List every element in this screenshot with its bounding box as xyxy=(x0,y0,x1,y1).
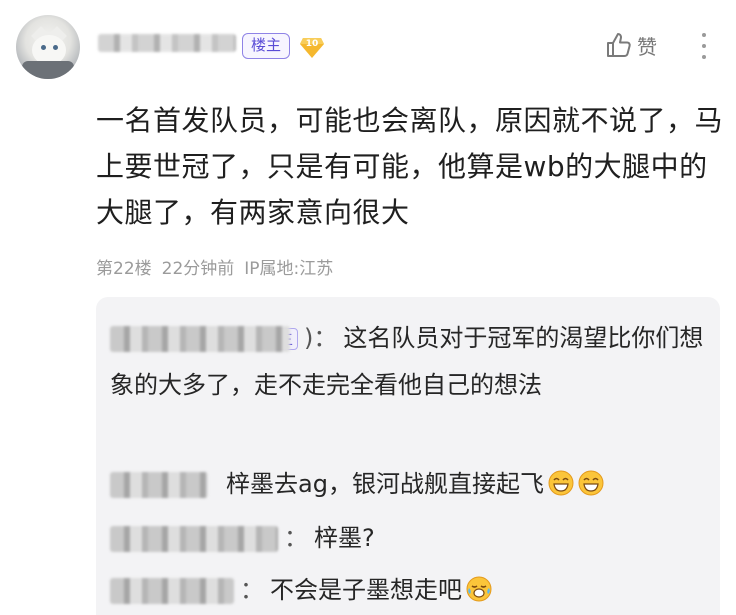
more-dot-icon xyxy=(702,44,706,48)
reply-username-blurred[interactable] xyxy=(110,326,290,352)
reply-item[interactable]: ：梓墨? xyxy=(110,515,710,562)
reply-list[interactable]: 主)：这名队员对于冠军的渴望比你们想象的大多了，走不走完全看他自己的想法 梓墨去… xyxy=(96,297,720,615)
post-time: 22分钟前 xyxy=(161,259,235,279)
reply-item[interactable]: 梓墨去ag，银河战舰直接起飞 xyxy=(110,461,710,508)
op-badge: 楼主 xyxy=(242,33,290,59)
post-body-text: 一名首发队员，可能也会离队，原因就不说了，马上要世冠了，只是有可能，他算是wb的… xyxy=(96,104,724,229)
reply-separator: ： xyxy=(240,576,264,604)
crying-laughing-face-icon xyxy=(466,576,492,602)
reply-text: 不会是子墨想走吧 xyxy=(270,576,462,604)
ip-location: IP属地:江苏 xyxy=(244,259,334,279)
post-meta: 第22楼 22分钟前 IP属地:江苏 xyxy=(96,254,333,279)
level-number: 10 xyxy=(305,39,319,49)
comment-post: 楼主 10 赞 一名首发队员，可能也会离队，原因就不说了，马上要世冠了，只是有可… xyxy=(0,0,736,615)
like-label: 赞 xyxy=(637,34,657,59)
reply-text: 梓墨? xyxy=(314,524,375,552)
username-blurred[interactable] xyxy=(98,34,236,52)
reply-item[interactable]: ：不会是子墨想走吧 xyxy=(110,567,710,614)
reply-username-blurred[interactable] xyxy=(110,472,208,498)
reply-separator: ： xyxy=(284,524,308,552)
floor-number: 第22楼 xyxy=(96,259,152,279)
reply-item[interactable]: 主)：这名队员对于冠军的渴望比你们想象的大多了，走不走完全看他自己的想法 xyxy=(110,315,710,409)
thumbs-up-icon xyxy=(607,33,631,57)
reply-text: 梓墨去ag，银河战舰直接起飞 xyxy=(226,470,544,498)
more-dot-icon xyxy=(702,33,706,37)
avatar-cat-base xyxy=(22,61,74,79)
reply-username-blurred[interactable] xyxy=(110,526,278,552)
more-options-button[interactable] xyxy=(694,30,714,62)
level-badge: 10 xyxy=(300,36,324,58)
grin-face-icon xyxy=(578,470,604,496)
grin-face-icon xyxy=(548,470,574,496)
avatar[interactable] xyxy=(16,15,80,79)
reply-username-blurred[interactable] xyxy=(110,578,234,604)
more-dot-icon xyxy=(702,55,706,59)
avatar-cat-eye xyxy=(41,45,46,50)
like-button[interactable]: 赞 xyxy=(605,30,657,60)
avatar-cat-eye xyxy=(53,45,58,50)
reply-separator: )： xyxy=(304,324,338,352)
